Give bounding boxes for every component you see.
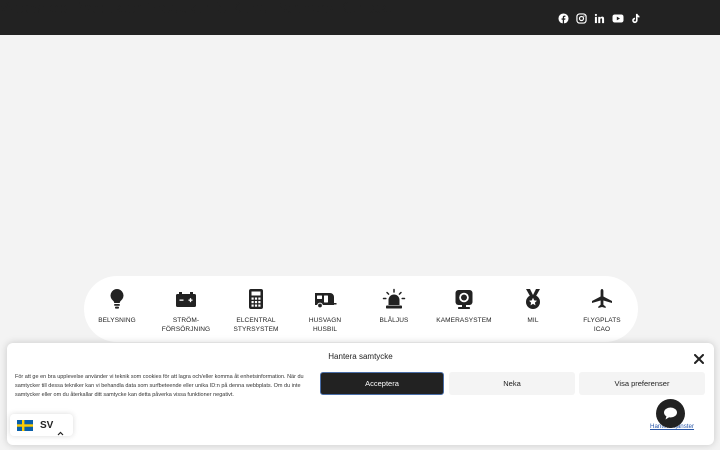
camera-icon bbox=[452, 288, 476, 310]
category-stromforsorjning[interactable]: STRÖM- FÖRSÖRJNING bbox=[151, 288, 221, 334]
category-blaljus[interactable]: BLÅLJUS bbox=[359, 288, 429, 325]
chevron-up-icon bbox=[57, 423, 64, 435]
battery-icon bbox=[174, 288, 198, 310]
category-label-2: ICAO bbox=[593, 326, 611, 333]
category-belysning[interactable]: BELYSNING bbox=[82, 288, 152, 325]
airplane-icon bbox=[590, 288, 614, 310]
nav-link-partners[interactable]: Partners bbox=[273, 0, 333, 17]
tiktok-icon[interactable] bbox=[630, 11, 642, 24]
language-switcher[interactable]: SV bbox=[10, 414, 73, 436]
siren-icon bbox=[382, 288, 406, 310]
category-label: BELYSNING bbox=[98, 317, 136, 324]
close-icon[interactable] bbox=[694, 351, 704, 364]
preferences-button[interactable]: Visa preferenser bbox=[579, 372, 705, 395]
category-label: STRÖM- bbox=[172, 317, 200, 324]
category-label: FLYGPLATS bbox=[583, 317, 621, 324]
category-husvagn[interactable]: HUSVAGN HUSBIL bbox=[290, 288, 360, 334]
chat-button[interactable] bbox=[656, 399, 685, 428]
deny-button[interactable]: Neka bbox=[449, 372, 575, 395]
consent-title: Hantera samtycke bbox=[328, 352, 393, 361]
consent-text: För att ge en bra upplevelse använder vi… bbox=[15, 374, 304, 398]
nav-link-kund[interactable]: Kund bbox=[231, 0, 268, 17]
category-label: HUSVAGN bbox=[308, 317, 342, 324]
category-label-2: HUSBIL bbox=[312, 326, 338, 333]
nav-link-produkter[interactable]: Produkter bbox=[72, 0, 141, 17]
language-code: SV bbox=[40, 419, 54, 431]
sweden-flag-icon bbox=[17, 419, 33, 431]
control-panel-icon bbox=[244, 288, 268, 310]
lightbulb-icon bbox=[105, 288, 129, 310]
medal-icon bbox=[521, 288, 545, 310]
category-label-2: STYRSYSTEM bbox=[233, 326, 279, 333]
category-kamerasystem[interactable]: KAMERASYSTEM bbox=[429, 288, 499, 325]
top-navigation-bar: Webshop Produkter Produktinfo Kund Partn… bbox=[0, 0, 720, 35]
caravan-icon bbox=[313, 288, 337, 310]
nav-link-produktinfo[interactable]: Produktinfo bbox=[146, 0, 227, 17]
youtube-icon[interactable] bbox=[612, 11, 624, 23]
instagram-icon[interactable] bbox=[576, 11, 588, 24]
category-label: MIL bbox=[527, 317, 539, 324]
category-elcentral[interactable]: ELCENTRAL STYRSYSTEM bbox=[221, 288, 291, 334]
nav-link-webshop[interactable]: Webshop bbox=[0, 0, 67, 17]
facebook-icon[interactable] bbox=[558, 11, 570, 24]
category-mil[interactable]: MIL bbox=[498, 288, 568, 325]
category-label-2: FÖRSÖRJNING bbox=[161, 326, 211, 333]
category-label: KAMERASYSTEM bbox=[436, 317, 492, 324]
category-label: BLÅLJUS bbox=[379, 317, 409, 324]
category-flygplats[interactable]: FLYGPLATS ICAO bbox=[567, 288, 637, 334]
linkedin-icon[interactable] bbox=[594, 11, 606, 24]
cookie-consent-dialog: Hantera samtycke För att ge en bra upple… bbox=[7, 343, 714, 445]
nav-link-kontakt[interactable]: Kontakt bbox=[338, 0, 392, 17]
accept-button[interactable]: Acceptera bbox=[320, 372, 444, 395]
category-label: ELCENTRAL bbox=[236, 317, 276, 324]
